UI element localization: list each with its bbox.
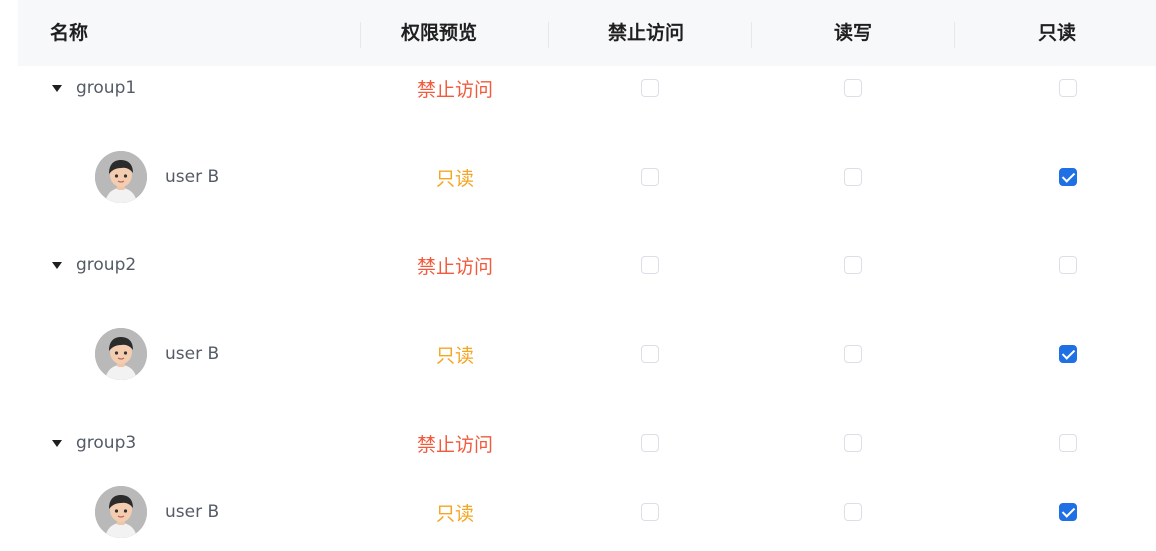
deny-checkbox-cell bbox=[641, 147, 659, 207]
read-only-checkbox[interactable] bbox=[1059, 434, 1077, 452]
read-write-checkbox-cell bbox=[844, 147, 862, 207]
read-write-checkbox-cell bbox=[844, 482, 862, 542]
caret-down-icon[interactable] bbox=[52, 261, 62, 269]
group-name: group3 bbox=[76, 433, 137, 453]
deny-checkbox[interactable] bbox=[641, 345, 659, 363]
user-name: user B bbox=[165, 167, 220, 187]
column-divider bbox=[548, 22, 549, 48]
deny-checkbox-cell bbox=[641, 413, 659, 473]
avatar bbox=[95, 486, 147, 538]
group-name: group2 bbox=[76, 255, 137, 275]
deny-checkbox[interactable] bbox=[641, 256, 659, 274]
column-header-read-write: 读写 bbox=[834, 22, 873, 44]
user-name-cell: user B bbox=[95, 147, 219, 207]
deny-checkbox-cell bbox=[641, 324, 659, 384]
read-only-checkbox[interactable] bbox=[1059, 345, 1077, 363]
table-row-user: user B 只读 bbox=[0, 324, 1156, 384]
read-write-checkbox-cell bbox=[844, 235, 862, 295]
deny-checkbox[interactable] bbox=[641, 434, 659, 452]
read-only-checkbox-cell bbox=[1059, 147, 1077, 207]
table-row-group: group2 禁止访问 bbox=[0, 235, 1156, 295]
read-only-checkbox[interactable] bbox=[1059, 168, 1077, 186]
read-write-checkbox[interactable] bbox=[844, 168, 862, 186]
group-name-cell[interactable]: group2 bbox=[52, 235, 136, 295]
group-name-cell[interactable]: group1 bbox=[52, 58, 136, 118]
table-row-group: group3 禁止访问 bbox=[0, 413, 1156, 473]
permission-preview: 禁止访问 bbox=[416, 78, 493, 101]
avatar bbox=[95, 151, 147, 203]
deny-checkbox[interactable] bbox=[641, 79, 659, 97]
column-divider bbox=[751, 22, 752, 48]
user-name-cell: user B bbox=[95, 482, 219, 542]
deny-checkbox-cell bbox=[641, 235, 659, 295]
table-row-group: group1 禁止访问 bbox=[0, 58, 1156, 118]
read-write-checkbox[interactable] bbox=[844, 256, 862, 274]
table-header: 名称 权限预览 禁止访问 读写 只读 bbox=[18, 0, 1156, 66]
table-row-user: user B 只读 bbox=[0, 147, 1156, 207]
read-only-checkbox[interactable] bbox=[1059, 79, 1077, 97]
person-avatar-icon bbox=[95, 486, 147, 538]
read-write-checkbox-cell bbox=[844, 413, 862, 473]
read-write-checkbox[interactable] bbox=[844, 79, 862, 97]
user-name: user B bbox=[165, 502, 220, 522]
permission-preview: 禁止访问 bbox=[416, 255, 493, 278]
read-only-checkbox-cell bbox=[1059, 235, 1077, 295]
caret-down-icon[interactable] bbox=[52, 84, 62, 92]
read-write-checkbox[interactable] bbox=[844, 345, 862, 363]
person-avatar-icon bbox=[95, 328, 147, 380]
deny-checkbox-cell bbox=[641, 58, 659, 118]
read-write-checkbox[interactable] bbox=[844, 503, 862, 521]
read-only-checkbox-cell bbox=[1059, 58, 1077, 118]
column-divider bbox=[360, 22, 361, 48]
deny-checkbox[interactable] bbox=[641, 168, 659, 186]
group-name: group1 bbox=[76, 78, 137, 98]
permission-preview: 禁止访问 bbox=[416, 433, 493, 456]
read-only-checkbox[interactable] bbox=[1059, 256, 1077, 274]
permission-preview: 只读 bbox=[435, 502, 474, 525]
permission-table: 名称 权限预览 禁止访问 读写 只读 group1 禁止访问 user B 只读… bbox=[0, 0, 1156, 551]
deny-checkbox-cell bbox=[641, 482, 659, 542]
permission-preview: 只读 bbox=[435, 167, 474, 190]
avatar bbox=[95, 328, 147, 380]
read-only-checkbox[interactable] bbox=[1059, 503, 1077, 521]
read-write-checkbox[interactable] bbox=[844, 434, 862, 452]
group-name-cell[interactable]: group3 bbox=[52, 413, 136, 473]
user-name-cell: user B bbox=[95, 324, 219, 384]
table-row-user: user B 只读 bbox=[0, 482, 1156, 542]
read-only-checkbox-cell bbox=[1059, 324, 1077, 384]
column-header-deny: 禁止访问 bbox=[608, 22, 685, 44]
read-write-checkbox-cell bbox=[844, 58, 862, 118]
column-header-name: 名称 bbox=[50, 22, 89, 44]
column-header-read-only: 只读 bbox=[1038, 22, 1077, 44]
person-avatar-icon bbox=[95, 151, 147, 203]
read-only-checkbox-cell bbox=[1059, 413, 1077, 473]
read-write-checkbox-cell bbox=[844, 324, 862, 384]
column-header-preview: 权限预览 bbox=[401, 22, 478, 44]
caret-down-icon[interactable] bbox=[52, 439, 62, 447]
column-divider bbox=[954, 22, 955, 48]
permission-preview: 只读 bbox=[435, 344, 474, 367]
deny-checkbox[interactable] bbox=[641, 503, 659, 521]
read-only-checkbox-cell bbox=[1059, 482, 1077, 542]
user-name: user B bbox=[165, 344, 220, 364]
